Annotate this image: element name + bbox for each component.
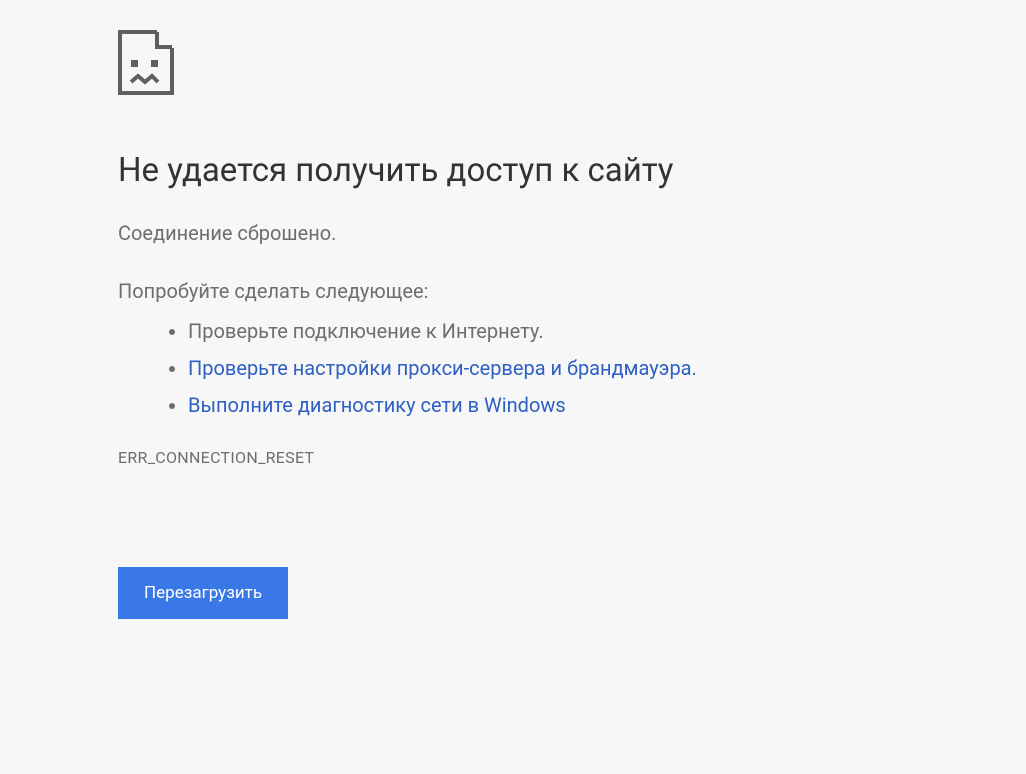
sad-page-icon — [118, 30, 174, 95]
suggestions-intro: Попробуйте сделать следующее: — [118, 279, 1026, 303]
error-code: ERR_CONNECTION_RESET — [118, 448, 1026, 467]
error-icon-wrapper — [118, 30, 1026, 95]
suggestion-item: Выполните диагностику сети в Windows — [188, 387, 1026, 424]
proxy-firewall-link[interactable]: Проверьте настройки прокси-сервера и бра… — [188, 356, 697, 380]
suggestion-item: Проверьте подключение к Интернету. — [188, 313, 1026, 350]
suggestions-list: Проверьте подключение к Интернету. Прове… — [118, 313, 1026, 424]
suggestion-item: Проверьте настройки прокси-сервера и бра… — [188, 350, 1026, 387]
reload-button[interactable]: Перезагрузить — [118, 567, 288, 619]
network-diagnostics-link[interactable]: Выполните диагностику сети в Windows — [188, 393, 566, 417]
error-subtitle: Соединение сброшено. — [118, 221, 1026, 245]
error-title: Не удается получить доступ к сайту — [118, 150, 1026, 193]
